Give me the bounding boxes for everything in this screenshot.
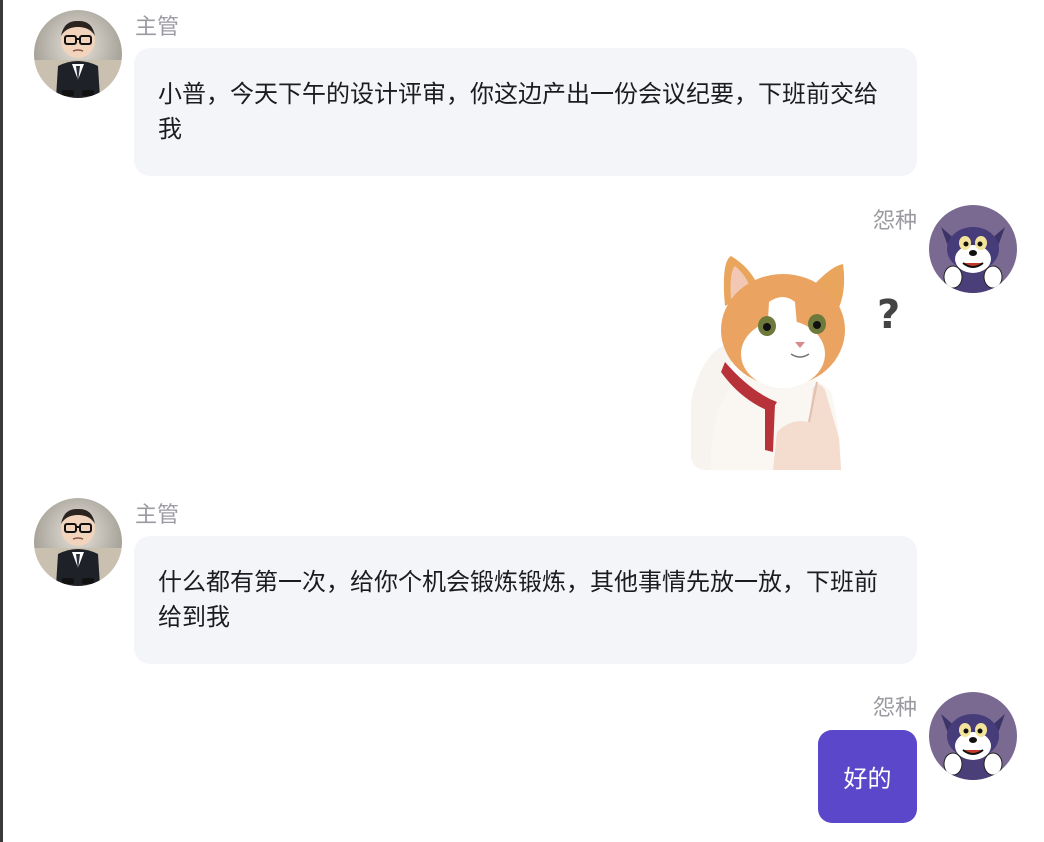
cartoon-cat-avatar-icon[interactable] xyxy=(929,205,1017,293)
boss-avatar-icon[interactable] xyxy=(34,498,122,586)
sticker-question-mark: ? xyxy=(877,292,900,338)
sender-name: 主管 xyxy=(135,503,180,528)
cartoon-cat-avatar-icon[interactable] xyxy=(929,692,1017,780)
sender-name: 主管 xyxy=(135,15,180,40)
sender-name: 怨种 xyxy=(873,696,918,721)
message-text: 什么都有第一次，给你个机会锻炼锻炼，其他事情先放一放，下班前给到我 xyxy=(158,568,878,631)
message-text: 小普，今天下午的设计评审，你这边产出一份会议纪要，下班前交给我 xyxy=(158,80,878,143)
boss-avatar-icon[interactable] xyxy=(34,10,122,98)
sender-name: 怨种 xyxy=(873,209,918,234)
confused-cat-sticker-icon[interactable]: ? xyxy=(691,242,920,470)
message-text: 好的 xyxy=(843,765,892,793)
window-left-edge xyxy=(0,0,3,842)
message-bubble-incoming[interactable]: 小普，今天下午的设计评审，你这边产出一份会议纪要，下班前交给我 xyxy=(134,48,917,176)
message-bubble-outgoing[interactable]: 好的 xyxy=(818,730,917,823)
message-bubble-incoming[interactable]: 什么都有第一次，给你个机会锻炼锻炼，其他事情先放一放，下班前给到我 xyxy=(134,536,917,664)
